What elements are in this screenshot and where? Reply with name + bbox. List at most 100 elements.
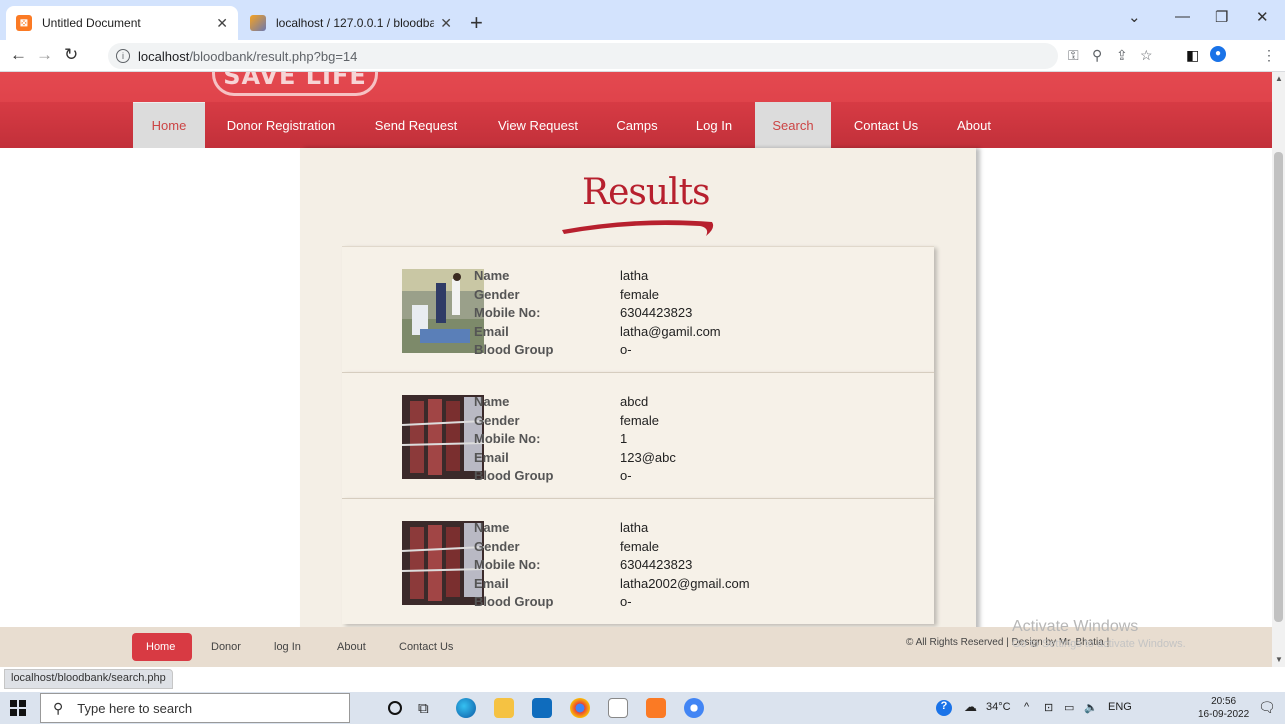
donor-email: latha@gamil.com — [620, 323, 721, 339]
notepad-icon[interactable] — [608, 698, 628, 718]
battery-icon[interactable]: ▭ — [1064, 701, 1074, 714]
field-values: latha female 6304423823 latha@gamil.com … — [620, 267, 721, 360]
activation-watermark-title: Activate Windows — [1012, 618, 1139, 635]
label-mobile: Mobile No: — [474, 431, 541, 446]
key-icon[interactable]: ⚿ — [1068, 47, 1079, 64]
new-tab-button[interactable]: + — [470, 10, 483, 36]
weather-icon[interactable]: ☁ — [964, 699, 977, 715]
footer-link-log-in[interactable]: log In — [274, 641, 301, 653]
windows-start-icon[interactable] — [10, 700, 26, 716]
tab-untitled-document[interactable]: ⊠ Untitled Document ✕ — [6, 6, 238, 40]
nav-donor-registration[interactable]: Donor Registration — [214, 102, 348, 148]
chrome-icon[interactable] — [570, 698, 590, 718]
nav-camps[interactable]: Camps — [606, 102, 668, 148]
close-icon[interactable]: ✕ — [216, 15, 228, 32]
donor-mobile: 6304423823 — [620, 305, 693, 320]
back-button[interactable]: ← — [10, 45, 27, 65]
scroll-down-icon[interactable]: ▼ — [1275, 655, 1283, 664]
footer-link-about[interactable]: About — [337, 641, 366, 653]
donor-gender: female — [620, 412, 660, 428]
donor-card: Name Gender Mobile No: Email Blood Group… — [342, 372, 934, 498]
zoom-icon[interactable]: ⚲ — [1092, 47, 1102, 64]
close-window-button[interactable]: ✕ — [1256, 8, 1269, 26]
edge-icon[interactable] — [456, 698, 476, 718]
taskbar-search-placeholder: Type here to search — [77, 700, 193, 716]
donor-email: latha2002@gmail.com — [620, 575, 750, 591]
tray-chevron-icon[interactable]: ^ — [1024, 701, 1029, 713]
activation-watermark-subtitle: Go to Settings to activate Windows. — [1012, 638, 1186, 650]
language-indicator[interactable]: ENG — [1108, 701, 1132, 713]
results-panel: Results Name Gender Mobile No: Email Blo… — [300, 148, 976, 667]
clock-time: 20:56 — [1211, 696, 1237, 707]
system-clock[interactable]: 20:56 16-09-2022 — [1198, 695, 1249, 721]
file-explorer-icon[interactable] — [494, 698, 514, 718]
bookmark-star-icon[interactable]: ☆ — [1140, 47, 1153, 64]
footer-home-button[interactable]: Home — [132, 633, 192, 661]
link-status-bar: localhost/bloodbank/search.php — [4, 669, 173, 689]
tab-search-icon[interactable]: ⌄ — [1128, 8, 1141, 26]
notifications-icon[interactable]: 🗨 — [1258, 699, 1276, 716]
taskbar-search-input[interactable]: ⚲ Type here to search — [40, 693, 350, 723]
network-icon[interactable]: ⊡ — [1044, 701, 1053, 714]
label-name: Name — [474, 520, 510, 535]
restore-button[interactable]: ❐ — [1215, 8, 1228, 26]
forward-button[interactable]: → — [36, 45, 53, 65]
weather-temperature[interactable]: 34°C — [986, 701, 1011, 713]
nav-contact-us[interactable]: Contact Us — [842, 102, 930, 148]
url-host: localhost — [138, 48, 190, 64]
site-logo[interactable]: SAVE LIFE — [212, 72, 378, 96]
tab-phpmyadmin[interactable]: localhost / 127.0.0.1 / bloodbank ✕ — [240, 6, 462, 40]
chrome-profile-icon[interactable] — [684, 698, 704, 718]
clock-date: 16-09-2022 — [1198, 709, 1250, 720]
label-gender: Gender — [474, 286, 520, 302]
minimize-button[interactable]: — — [1175, 8, 1190, 25]
reload-button[interactable]: ↻ — [64, 45, 78, 65]
label-email: Email — [474, 575, 509, 591]
web-page: SAVE LIFE Home Donor Registration Send R… — [0, 72, 1272, 667]
url-path: /bloodbank/result.php?bg=14 — [189, 48, 358, 64]
label-gender: Gender — [474, 412, 520, 428]
field-labels: Name Gender Mobile No: Email Blood Group — [474, 519, 553, 612]
tab-title: Untitled Document — [42, 16, 141, 30]
field-labels: Name Gender Mobile No: Email Blood Group — [474, 267, 553, 360]
page-scrollbar[interactable]: ▲ ▼ — [1272, 72, 1285, 667]
nav-send-request[interactable]: Send Request — [362, 102, 470, 148]
scroll-up-icon[interactable]: ▲ — [1275, 74, 1283, 83]
volume-icon[interactable]: 🔈 — [1084, 701, 1098, 714]
info-icon[interactable]: i — [116, 49, 130, 63]
label-gender: Gender — [474, 538, 520, 554]
search-icon: ⚲ — [53, 699, 64, 716]
donor-photo — [402, 395, 484, 479]
tab-strip: ⊠ Untitled Document ✕ localhost / 127.0.… — [0, 0, 1285, 40]
field-values: latha female 6304423823 latha2002@gmail.… — [620, 519, 750, 612]
nav-log-in[interactable]: Log In — [684, 102, 744, 148]
nav-home[interactable]: Home — [133, 102, 205, 148]
nav-view-request[interactable]: View Request — [484, 102, 592, 148]
cortana-icon[interactable] — [388, 701, 402, 715]
mail-icon[interactable] — [532, 698, 552, 718]
label-mobile: Mobile No: — [474, 557, 541, 572]
donor-photo — [402, 269, 484, 353]
footer-link-donor[interactable]: Donor — [211, 641, 241, 653]
donor-results-list: Name Gender Mobile No: Email Blood Group… — [342, 246, 934, 624]
task-view-icon[interactable]: ⧉ — [418, 700, 429, 717]
donor-name: abcd — [620, 394, 649, 409]
footer-link-contact-us[interactable]: Contact Us — [399, 641, 453, 653]
donor-mobile: 6304423823 — [620, 557, 693, 572]
nav-search[interactable]: Search — [755, 102, 831, 148]
donor-name: latha — [620, 520, 649, 535]
field-values: abcd female 1 123@abc o- — [620, 393, 676, 486]
donor-blood-group: o- — [620, 594, 632, 609]
share-icon[interactable]: ⇪ — [1116, 47, 1128, 64]
donor-photo — [402, 521, 484, 605]
profile-avatar-icon[interactable]: ● — [1210, 46, 1226, 62]
address-bar[interactable]: i localhost/bloodbank/result.php?bg=14 — [108, 43, 1058, 69]
close-icon[interactable]: ✕ — [440, 15, 452, 32]
scrollbar-thumb[interactable] — [1274, 152, 1283, 622]
xampp-taskbar-icon[interactable] — [646, 698, 666, 718]
side-panel-icon[interactable]: ◧ — [1186, 47, 1199, 64]
help-icon[interactable]: ? — [936, 700, 952, 716]
nav-about[interactable]: About — [946, 102, 1002, 148]
menu-kebab-icon[interactable]: ⋮ — [1262, 47, 1276, 64]
main-nav: Home Donor Registration Send Request Vie… — [0, 102, 1272, 148]
